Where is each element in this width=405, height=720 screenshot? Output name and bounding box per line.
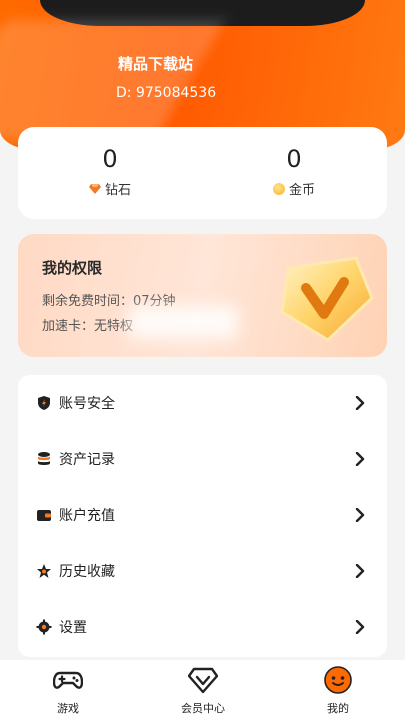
menu-item-label: 账户充值 [59, 508, 115, 524]
chevron-right-icon [355, 508, 365, 522]
chevron-right-icon [355, 452, 365, 466]
privacy-blur [128, 306, 238, 338]
profile-face-icon [324, 666, 352, 694]
database-icon [38, 452, 50, 465]
gear-icon [36, 619, 52, 635]
wallet-icon [37, 510, 51, 521]
shield-icon [38, 396, 50, 410]
header-gloss [0, 20, 225, 140]
coin-label: 金币 [288, 183, 315, 198]
vip-badge-icon [280, 256, 374, 342]
diamond-icon [88, 183, 101, 194]
tab-label: 我的 [327, 702, 349, 715]
site-name: 精品下载站 [118, 55, 194, 73]
chevron-right-icon [355, 620, 365, 634]
menu-item-asset-records[interactable]: 资产记录 [18, 431, 387, 487]
diamond-stat[interactable]: 0 钻石 [18, 127, 202, 198]
gamepad-icon [53, 671, 83, 689]
menu-item-label: 资产记录 [59, 452, 115, 468]
settings-menu: 账号安全 资产记录 账户充值 历史收藏 设置 [18, 375, 387, 657]
menu-item-label: 历史收藏 [59, 564, 115, 580]
tab-label: 游戏 [57, 702, 79, 715]
menu-item-history-favorites[interactable]: 历史收藏 [18, 543, 387, 599]
accel-card-text: 加速卡：无特权 [42, 319, 134, 334]
diamond-label: 钻石 [104, 183, 131, 198]
menu-item-account-recharge[interactable]: 账户充值 [18, 487, 387, 543]
star-icon [37, 564, 51, 578]
chevron-right-icon [355, 396, 365, 410]
user-id[interactable]: D: 975084536 [116, 85, 216, 101]
chevron-right-icon [355, 564, 365, 578]
tab-label: 会员中心 [181, 702, 225, 715]
tab-games[interactable]: 游戏 [18, 665, 118, 716]
tab-member-center[interactable]: 会员中心 [153, 665, 253, 716]
coin-icon [272, 182, 285, 195]
balance-card: 0 钻石 0 金币 [18, 127, 387, 219]
menu-item-settings[interactable]: 设置 [18, 599, 387, 655]
bottom-tab-bar: 游戏 会员中心 我的 [0, 660, 405, 720]
coin-stat[interactable]: 0 金币 [202, 127, 386, 198]
menu-item-account-security[interactable]: 账号安全 [18, 375, 387, 431]
coin-count: 0 [286, 145, 302, 173]
menu-item-label: 账号安全 [59, 396, 115, 412]
privileges-card[interactable]: 我的权限 剩余免费时间：07分钟 加速卡：无特权 [18, 234, 387, 357]
diamond-count: 0 [102, 145, 118, 173]
privileges-title: 我的权限 [42, 259, 103, 277]
tab-mine[interactable]: 我的 [288, 665, 388, 716]
menu-item-label: 设置 [59, 620, 87, 636]
vip-diamond-icon [188, 667, 218, 694]
